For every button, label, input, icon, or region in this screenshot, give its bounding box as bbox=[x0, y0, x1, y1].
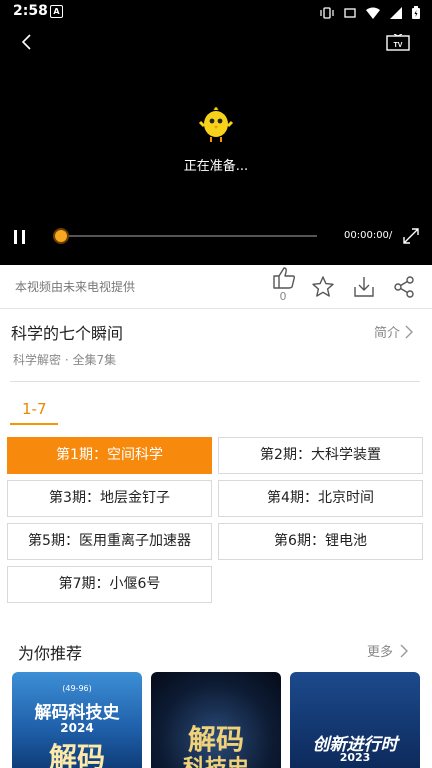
episode-button[interactable]: 第2期：大科学装置 bbox=[218, 437, 423, 474]
recommend-title: 为你推荐 bbox=[18, 644, 83, 663]
cast-status-icon bbox=[344, 4, 356, 23]
tab-underline bbox=[10, 423, 58, 425]
episode-button[interactable]: 第6期：锂电池 bbox=[218, 523, 423, 560]
vibrate-icon bbox=[320, 4, 334, 23]
notification-icon: A bbox=[50, 5, 63, 18]
poster-year: 2023 bbox=[339, 751, 371, 764]
tv-cast-icon[interactable]: TV bbox=[386, 33, 410, 52]
wifi-icon bbox=[366, 4, 380, 23]
episode-button[interactable]: 第5期：医用重离子加速器 bbox=[7, 523, 212, 560]
loading-text: 正在准备... bbox=[183, 159, 249, 174]
favorite-star-icon[interactable] bbox=[311, 275, 335, 299]
poster-caption: (49-96) bbox=[62, 684, 92, 693]
poster-big-text: 解码 bbox=[48, 741, 105, 768]
recommend-poster[interactable]: 创新进行时 2023 bbox=[290, 672, 420, 768]
progress-handle[interactable] bbox=[55, 230, 67, 242]
tab-episode-range[interactable]: 1-7 bbox=[22, 400, 47, 418]
episode-button[interactable]: 第1期：空间科学 bbox=[7, 437, 212, 474]
source-text: 本视频由未来电视提供 bbox=[15, 280, 136, 294]
chevron-right-icon bbox=[400, 644, 409, 657]
divider bbox=[0, 308, 432, 309]
loading-mascot-icon bbox=[198, 104, 234, 144]
timecode: 00:00:00/ bbox=[344, 230, 393, 241]
pause-icon[interactable] bbox=[12, 229, 28, 245]
divider bbox=[10, 381, 420, 382]
episode-button[interactable]: 第4期：北京时间 bbox=[218, 480, 423, 517]
share-icon[interactable] bbox=[392, 275, 416, 299]
status-bar: 2:58 A bbox=[0, 0, 432, 24]
svg-text:TV: TV bbox=[394, 42, 403, 49]
intro-button[interactable]: 简介 bbox=[374, 322, 414, 341]
poster-title: 解码科技史 bbox=[34, 703, 120, 723]
poster-subtitle: 科技史 bbox=[151, 750, 281, 768]
progress-bar[interactable] bbox=[62, 235, 317, 237]
more-label: 更多 bbox=[367, 645, 394, 660]
intro-label: 简介 bbox=[374, 326, 401, 341]
episode-button[interactable]: 第3期：地层金钉子 bbox=[7, 480, 212, 517]
show-title: 科学的七个瞬间 bbox=[11, 324, 124, 343]
recommend-poster[interactable]: 解码 科技史 bbox=[151, 672, 281, 768]
show-subtitle: 科学解密 · 全集7集 bbox=[13, 353, 117, 367]
recommend-poster[interactable]: (49-96) 解码科技史 2024 解码 bbox=[12, 672, 142, 768]
episode-button[interactable]: 第7期：小偃6号 bbox=[7, 566, 212, 603]
download-icon[interactable] bbox=[352, 275, 376, 299]
signal-icon bbox=[390, 4, 402, 23]
status-time: 2:58 bbox=[13, 3, 48, 19]
battery-icon bbox=[412, 4, 420, 23]
poster-year: 2024 bbox=[60, 721, 94, 735]
like-count: 0 bbox=[279, 290, 287, 303]
more-button[interactable]: 更多 bbox=[367, 641, 409, 660]
fullscreen-icon[interactable] bbox=[402, 227, 420, 245]
back-icon[interactable] bbox=[18, 33, 36, 51]
chevron-right-icon bbox=[405, 325, 414, 338]
